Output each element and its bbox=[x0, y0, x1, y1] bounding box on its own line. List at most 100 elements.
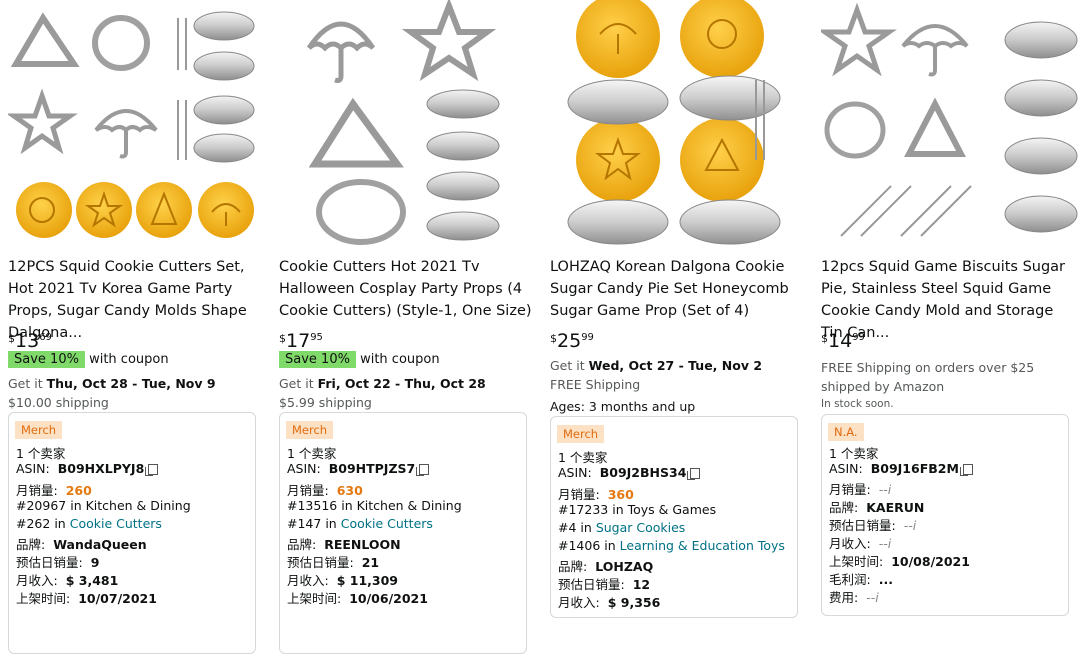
delivery-info: Get it Fri, Oct 22 - Thu, Oct 28 bbox=[279, 376, 486, 391]
type-tag: Merch bbox=[557, 425, 605, 443]
brand-label: 品牌: bbox=[829, 500, 859, 515]
rank-row-2: #4 in Sugar Cookies bbox=[558, 520, 685, 535]
brand-value: WandaQueen bbox=[53, 537, 147, 552]
asin-label: ASIN: bbox=[16, 461, 50, 476]
rank-in: in bbox=[54, 516, 66, 531]
monthly-sales-row: 月销量: 260 bbox=[16, 480, 92, 499]
product-image-4[interactable] bbox=[821, 0, 1079, 248]
coupon-badge[interactable]: Save 10% bbox=[8, 351, 85, 368]
product-card-4[interactable]: 12pcs Squid Game Biscuits Sugar Pie, Sta… bbox=[821, 0, 1079, 616]
asin-value: B09J2BHS34 bbox=[599, 465, 687, 480]
fee-row: 费用: --i bbox=[829, 587, 879, 606]
delivery-prefix: Get it bbox=[279, 376, 314, 391]
product-title[interactable]: Cookie Cutters Hot 2021 Tv Halloween Cos… bbox=[279, 256, 537, 322]
product-title[interactable]: LOHZAQ Korean Dalgona Cookie Sugar Candy… bbox=[550, 256, 808, 322]
coupon[interactable]: Save 10% with coupon bbox=[279, 351, 440, 368]
fee-value: --i bbox=[866, 590, 879, 605]
rank-in: in bbox=[325, 516, 337, 531]
asin-value: B09HXLPYJ8 bbox=[57, 461, 145, 476]
monthly-sales-value: 630 bbox=[336, 483, 363, 498]
monthly-sales-row: 月销量: 360 bbox=[558, 484, 634, 503]
rank-row-1: #20967 in Kitchen & Dining bbox=[16, 498, 191, 513]
copy-icon[interactable] bbox=[145, 464, 159, 476]
brand-value: KAERUN bbox=[866, 500, 925, 515]
monthly-sales-row: 月销量: 630 bbox=[287, 480, 363, 499]
listing-date-row: 上架时间: 10/08/2021 bbox=[829, 551, 970, 570]
daily-sales-value: --i bbox=[903, 518, 917, 533]
product-card-2[interactable]: Cookie Cutters Hot 2021 Tv Halloween Cos… bbox=[279, 0, 537, 654]
asin-value: B09J16FB2M bbox=[870, 461, 959, 476]
monthly-sales-label: 月销量: bbox=[558, 487, 600, 502]
product-image-2[interactable] bbox=[279, 0, 537, 248]
daily-sales-value: 9 bbox=[90, 555, 100, 570]
copy-icon[interactable] bbox=[687, 468, 701, 480]
product-card-1[interactable]: 12PCS Squid Cookie Cutters Set, Hot 2021… bbox=[8, 0, 266, 654]
monthly-sales-label: 月销量: bbox=[829, 482, 871, 497]
listing-date-value: 10/08/2021 bbox=[891, 554, 970, 569]
listing-date-label: 上架时间: bbox=[829, 554, 884, 569]
brand-row: 品牌: KAERUN bbox=[829, 497, 924, 516]
rank-row-2: #147 in Cookie Cutters bbox=[287, 516, 433, 531]
revenue-row: 月收入: $ 11,309 bbox=[287, 570, 398, 589]
rank-row-1: #17233 in Toys & Games bbox=[558, 502, 716, 517]
price-cents: 99 bbox=[852, 332, 865, 343]
price-whole: 14 bbox=[828, 330, 853, 352]
revenue-row: 月收入: $ 9,356 bbox=[558, 592, 660, 611]
shipping-cost: $10.00 shipping bbox=[8, 395, 109, 410]
listing-date-value: 10/07/2021 bbox=[78, 591, 157, 606]
brand-row: 品牌: REENLOON bbox=[287, 534, 401, 553]
coupon-text: with coupon bbox=[360, 352, 440, 367]
product-image-1[interactable] bbox=[8, 0, 266, 248]
rank-row-2: #262 in Cookie Cutters bbox=[16, 516, 162, 531]
revenue-label: 月收入: bbox=[829, 536, 871, 551]
profit-value: ... bbox=[878, 572, 893, 587]
listing-date-label: 上架时间: bbox=[16, 591, 71, 606]
daily-sales-label: 预估日销量: bbox=[558, 577, 625, 592]
asin-label: ASIN: bbox=[558, 465, 592, 480]
rank-number: #20967 bbox=[16, 498, 67, 513]
listing-date-value: 10/06/2021 bbox=[349, 591, 428, 606]
coupon-badge[interactable]: Save 10% bbox=[279, 351, 356, 368]
daily-sales-value: 12 bbox=[632, 577, 651, 592]
asin-label: ASIN: bbox=[829, 461, 863, 476]
delivery-info: Get it Wed, Oct 27 - Tue, Nov 2 bbox=[550, 358, 762, 373]
seller-count: 1 个卖家 bbox=[558, 450, 608, 465]
product-card-3[interactable]: LOHZAQ Korean Dalgona Cookie Sugar Candy… bbox=[550, 0, 808, 618]
asin-row: ASIN: B09J2BHS34 bbox=[558, 465, 701, 480]
asin-row: ASIN: B09HXLPYJ8 bbox=[16, 461, 159, 476]
revenue-value: $ 3,481 bbox=[65, 573, 119, 588]
product-image-3[interactable] bbox=[550, 0, 808, 248]
delivery-info: Get it Thu, Oct 28 - Tue, Nov 9 bbox=[8, 376, 216, 391]
rank-number: #17233 bbox=[558, 502, 609, 517]
price-currency: $ bbox=[550, 332, 557, 345]
category-link[interactable]: Sugar Cookies bbox=[596, 520, 686, 535]
daily-sales-label: 预估日销量: bbox=[287, 555, 354, 570]
asin-row: ASIN: B09HTPJZS7 bbox=[287, 461, 430, 476]
revenue-label: 月收入: bbox=[287, 573, 329, 588]
revenue-value: $ 9,356 bbox=[607, 595, 661, 610]
delivery-dates: Thu, Oct 28 - Tue, Nov 9 bbox=[46, 376, 216, 391]
product-price: $1499 bbox=[821, 330, 865, 352]
brand-label: 品牌: bbox=[558, 559, 588, 574]
rank-in: in bbox=[604, 538, 616, 553]
daily-sales-label: 预估日销量: bbox=[829, 518, 896, 533]
asin-value: B09HTPJZS7 bbox=[328, 461, 416, 476]
seller-count: 1 个卖家 bbox=[829, 446, 879, 461]
monthly-sales-value: --i bbox=[878, 482, 892, 497]
brand-row: 品牌: LOHZAQ bbox=[558, 556, 653, 575]
price-whole: 17 bbox=[286, 330, 311, 352]
stock-status: In stock soon. bbox=[821, 398, 894, 410]
monthly-sales-value: 360 bbox=[607, 487, 634, 502]
brand-label: 品牌: bbox=[287, 537, 317, 552]
copy-icon[interactable] bbox=[416, 464, 430, 476]
copy-icon[interactable] bbox=[959, 464, 973, 476]
coupon[interactable]: Save 10% with coupon bbox=[8, 351, 169, 368]
monthly-sales-label: 月销量: bbox=[16, 483, 58, 498]
price-whole: 25 bbox=[557, 330, 582, 352]
asin-label: ASIN: bbox=[287, 461, 321, 476]
age-range: Ages: 3 months and up bbox=[550, 399, 696, 414]
category-link[interactable]: Cookie Cutters bbox=[341, 516, 433, 531]
category-link[interactable]: Learning & Education Toys bbox=[620, 538, 785, 553]
price-cents: 95 bbox=[310, 332, 323, 343]
category-link[interactable]: Cookie Cutters bbox=[70, 516, 162, 531]
